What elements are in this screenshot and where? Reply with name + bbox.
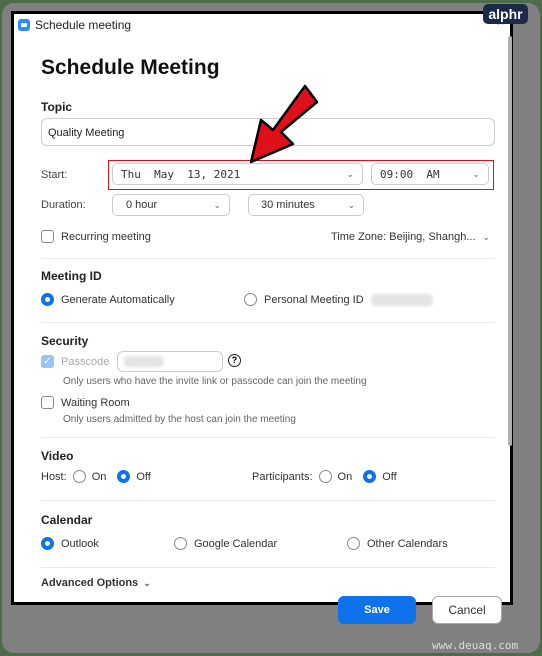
alphr-logo: alphr [483,4,528,24]
title-bar: Schedule meeting [18,18,131,32]
waiting-room-option[interactable]: Waiting Room [41,396,130,409]
watermark: www.deuaq.com [432,639,519,652]
cancel-button[interactable]: Cancel [432,596,502,624]
participants-on-radio[interactable] [318,470,332,483]
topic-label: Topic [41,100,73,114]
start-date-value: Thu May 13, 2021 [121,167,241,181]
outlook-label: Outlook [61,537,99,550]
host-off-label: Off [136,470,151,483]
schedule-meeting-window: Schedule meeting ^ Schedule Meeting Topi… [11,11,513,624]
other-radio[interactable] [347,537,360,550]
waiting-room-hint: Only users admitted by the host can join… [63,414,296,425]
save-button[interactable]: Save [338,596,416,624]
advanced-options-toggle[interactable]: Advanced Options ⌄ [41,577,151,589]
duration-minutes-select[interactable]: 30 minutes ⌄ [248,194,364,216]
chevron-down-icon: ⌄ [143,577,151,588]
start-label: Start: [41,169,68,181]
calendar-label: Calendar [41,513,93,527]
video-label: Video [41,449,74,463]
divider [41,567,495,568]
start-time-value: 09:00 AM [380,167,440,181]
passcode-hint: Only users who have the invite link or p… [63,376,367,387]
passcode-label: Passcode [61,355,110,368]
security-label: Security [41,334,89,348]
personal-meeting-id-option[interactable]: Personal Meeting ID [244,293,433,306]
redacted-id [370,293,433,306]
google-label: Google Calendar [194,537,278,550]
participants-off-label: Off [382,470,397,483]
redacted-passcode [124,356,164,367]
host-off-radio[interactable] [117,470,131,483]
waiting-room-label: Waiting Room [61,396,130,409]
participants-label: Participants: [252,470,313,483]
host-on-label: On [91,470,107,483]
zoom-app-icon [18,19,30,31]
timezone-select[interactable]: Time Zone: Beijing, Shangh... ⌄ [331,231,490,243]
radio-selected[interactable] [41,293,54,306]
duration-hours-select[interactable]: 0 hour ⌄ [112,194,230,216]
participants-off-radio[interactable] [363,470,377,483]
host-label: Host: [41,470,67,483]
duration-label: Duration: [41,199,86,211]
duration-hours-value: 0 hour [126,199,158,211]
participants-on-label: On [337,470,353,483]
chevron-down-icon: ⌄ [346,168,354,179]
outlook-radio[interactable] [41,537,54,550]
recurring-checkbox[interactable] [41,230,54,243]
calendar-google-option[interactable]: Google Calendar [174,537,277,550]
radio-unselected[interactable] [244,293,257,306]
calendar-other-option[interactable]: Other Calendars [347,537,448,550]
duration-minutes-value: 30 minutes [261,199,315,211]
calendar-outlook-option[interactable]: Outlook [41,537,99,550]
recurring-meeting-option[interactable]: Recurring meeting [41,230,151,243]
host-on-radio[interactable] [72,470,86,483]
help-icon[interactable]: ? [228,354,241,367]
waiting-room-checkbox[interactable] [41,396,54,409]
google-radio[interactable] [174,537,187,550]
participants-video-group: Participants: On Off [252,470,397,483]
passcode-input[interactable] [117,351,223,372]
other-label: Other Calendars [367,537,448,550]
advanced-options-label: Advanced Options [41,577,139,589]
page-title: Schedule Meeting [41,56,220,79]
chevron-down-icon: ⌄ [482,231,491,242]
start-date-select[interactable]: Thu May 13, 2021 ⌄ [112,163,363,185]
divider [41,500,495,501]
divider [41,437,495,438]
generate-automatically-option[interactable]: Generate Automatically [41,293,175,306]
window-title: Schedule meeting [35,18,132,32]
start-time-select[interactable]: 09:00 AM ⌄ [371,163,489,185]
divider [41,258,495,259]
generate-label: Generate Automatically [61,293,175,306]
timezone-value: Time Zone: Beijing, Shangh... [331,231,476,243]
passcode-option[interactable]: ✓ Passcode [41,355,109,368]
passcode-checkbox[interactable]: ✓ [41,355,54,368]
meeting-id-label: Meeting ID [41,269,102,283]
chevron-down-icon: ⌄ [347,199,355,210]
red-arrow-annotation [249,84,319,164]
recurring-label: Recurring meeting [61,230,151,243]
chevron-down-icon: ⌄ [472,168,480,179]
chevron-down-icon: ⌄ [213,199,221,210]
scrollbar[interactable] [508,36,512,446]
divider [41,322,495,323]
personal-label: Personal Meeting ID [264,293,364,306]
host-video-group: Host: On Off [41,470,151,483]
